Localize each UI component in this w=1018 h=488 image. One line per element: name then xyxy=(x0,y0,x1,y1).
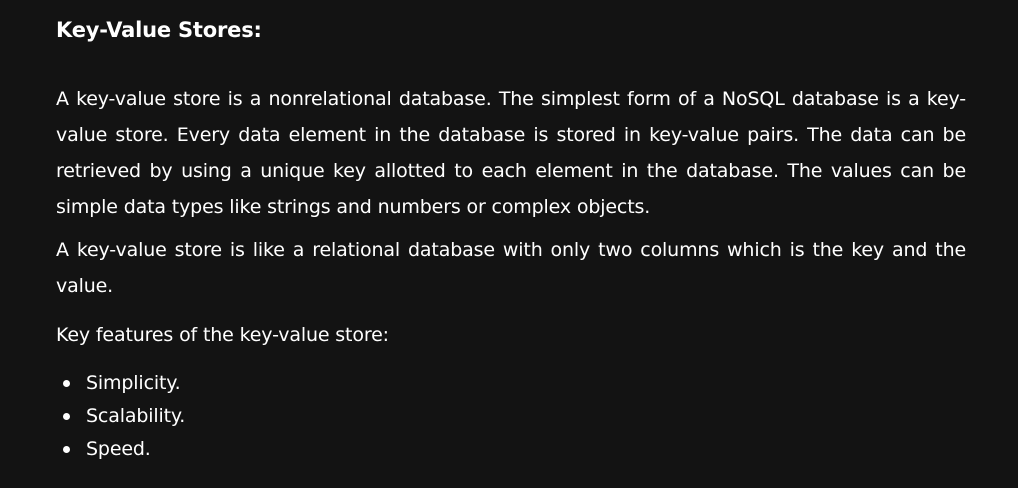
feature-label: Simplicity. xyxy=(86,372,181,394)
list-item: Simplicity. xyxy=(56,367,185,400)
paragraph-definition: A key-value store is a nonrelational dat… xyxy=(56,88,966,218)
feature-label: Scalability. xyxy=(86,405,186,427)
list-item: Scalability. xyxy=(56,400,185,433)
bullet-icon xyxy=(63,380,70,387)
list-item: Speed. xyxy=(56,433,185,466)
bullet-icon xyxy=(63,413,70,420)
features-intro: Key features of the key-value store: xyxy=(56,324,389,346)
features-list: Simplicity. Scalability. Speed. xyxy=(56,367,185,466)
feature-label: Speed. xyxy=(86,438,151,460)
bullet-icon xyxy=(63,446,70,453)
paragraph-comparison: A key-value store is like a relational d… xyxy=(56,239,966,297)
article: Key-Value Stores: A key-value store is a… xyxy=(0,0,1018,488)
section-heading: Key-Value Stores: xyxy=(56,18,262,42)
